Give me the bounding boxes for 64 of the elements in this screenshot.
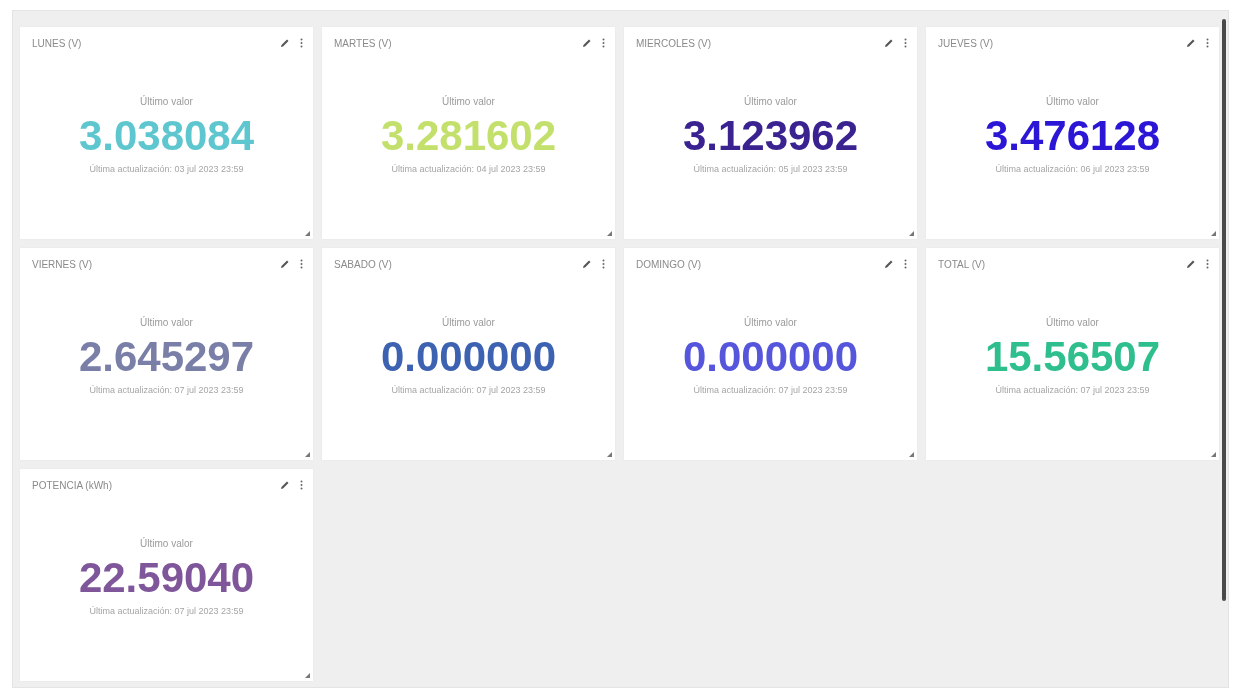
resize-handle-icon[interactable] — [909, 452, 914, 457]
resize-handle-icon[interactable] — [305, 452, 310, 457]
edit-icon[interactable] — [582, 38, 592, 48]
more-icon[interactable] — [904, 38, 907, 48]
value-label: Último valor — [744, 317, 797, 329]
metric-value: 3.476128 — [984, 113, 1161, 160]
widget-title: SABADO (V) — [334, 258, 393, 270]
more-icon[interactable] — [300, 259, 303, 269]
last-updated-text: Última actualización: 07 jul 2023 23:59 — [89, 384, 244, 395]
value-label: Último valor — [140, 317, 193, 329]
metric-value: 3.038084 — [78, 113, 255, 160]
value-label: Último valor — [1046, 96, 1099, 108]
resize-handle-icon[interactable] — [607, 452, 612, 457]
more-icon[interactable] — [602, 38, 605, 48]
edit-icon[interactable] — [884, 259, 894, 269]
resize-handle-icon[interactable] — [1211, 452, 1216, 457]
value-label: Último valor — [744, 96, 797, 108]
last-updated-text: Última actualización: 07 jul 2023 23:59 — [89, 605, 244, 616]
last-updated-text: Última actualización: 07 jul 2023 23:59 — [391, 384, 546, 395]
more-icon[interactable] — [904, 259, 907, 269]
widget-title: POTENCIA (kWh) — [32, 479, 113, 491]
metric-value: 3.281602 — [380, 113, 557, 160]
resize-handle-icon[interactable] — [607, 231, 612, 236]
edit-icon[interactable] — [1186, 259, 1196, 269]
metric-value: 22.59040 — [78, 555, 255, 602]
last-updated-text: Última actualización: 05 jul 2023 23:59 — [693, 163, 848, 174]
value-label: Último valor — [442, 317, 495, 329]
edit-icon[interactable] — [582, 259, 592, 269]
widget-title: MIERCOLES (V) — [636, 37, 712, 49]
metric-value: 3.123962 — [682, 113, 859, 160]
value-label: Último valor — [442, 96, 495, 108]
more-icon[interactable] — [1206, 38, 1209, 48]
last-updated-text: Última actualización: 07 jul 2023 23:59 — [995, 384, 1150, 395]
more-icon[interactable] — [300, 480, 303, 490]
last-updated-text: Última actualización: 03 jul 2023 23:59 — [89, 163, 244, 174]
edit-icon[interactable] — [280, 480, 290, 490]
metric-value: 15.56507 — [984, 334, 1161, 381]
more-icon[interactable] — [300, 38, 303, 48]
edit-icon[interactable] — [280, 259, 290, 269]
metric-value: 0.000000 — [380, 334, 557, 381]
edit-icon[interactable] — [280, 38, 290, 48]
metric-value: 2.645297 — [78, 334, 255, 381]
more-icon[interactable] — [602, 259, 605, 269]
value-label: Último valor — [140, 538, 193, 550]
metric-value: 0.000000 — [682, 334, 859, 381]
scrollbar[interactable] — [1221, 19, 1226, 601]
last-updated-text: Última actualización: 06 jul 2023 23:59 — [995, 163, 1150, 174]
value-label: Último valor — [1046, 317, 1099, 329]
last-updated-text: Última actualización: 07 jul 2023 23:59 — [693, 384, 848, 395]
widget-title: TOTAL (V) — [938, 258, 987, 270]
resize-handle-icon[interactable] — [305, 231, 310, 236]
widget-title: VIERNES (V) — [32, 258, 93, 270]
widget-title: MARTES (V) — [334, 37, 393, 49]
edit-icon[interactable] — [884, 38, 894, 48]
value-label: Último valor — [140, 96, 193, 108]
last-updated-text: Última actualización: 04 jul 2023 23:59 — [391, 163, 546, 174]
resize-handle-icon[interactable] — [909, 231, 914, 236]
resize-handle-icon[interactable] — [1211, 231, 1216, 236]
widget-title: JUEVES (V) — [938, 37, 994, 49]
resize-handle-icon[interactable] — [305, 673, 310, 678]
widget-title: LUNES (V) — [32, 37, 83, 49]
widget-title: DOMINGO (V) — [636, 258, 702, 270]
more-icon[interactable] — [1206, 259, 1209, 269]
edit-icon[interactable] — [1186, 38, 1196, 48]
